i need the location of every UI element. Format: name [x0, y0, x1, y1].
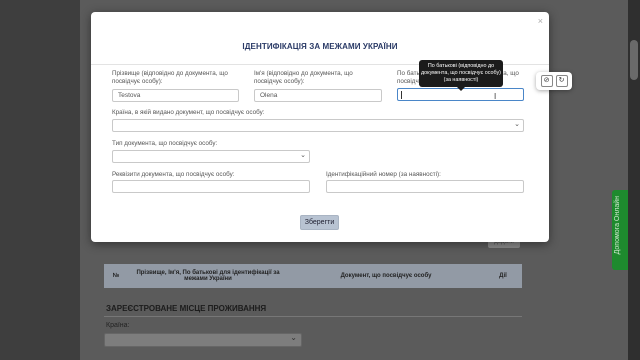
address-country-select[interactable]: [104, 333, 302, 347]
tooltip-line: документа, що посвідчує особу): [421, 70, 501, 76]
chevron-down-icon: ⌄: [514, 121, 520, 128]
i-beam-cursor-icon: I: [494, 92, 497, 101]
name-label: Ім'я (відповідно до документа, що посвід…: [254, 70, 353, 85]
country-label: Країна, в якій видано документ, що посві…: [112, 109, 265, 116]
chevron-down-icon: ⌄: [300, 152, 306, 159]
doc-details-label: Реквізити документа, що посвідчує особу:: [112, 171, 235, 178]
address-country-label: Країна:: [106, 322, 130, 329]
section-divider: [104, 316, 522, 317]
id-number-label: Ідентифікаційний номер (за наявності):: [326, 171, 441, 178]
registered-address-title: ЗАРЕЄСТРОВАНЕ МІСЦЕ ПРОЖИВАННЯ: [106, 304, 267, 313]
doc-type-select[interactable]: ⌄: [112, 150, 310, 163]
id-number-input[interactable]: [326, 180, 524, 193]
page-scrollbar[interactable]: [628, 0, 640, 360]
patronymic-tooltip: По батькові (відповідно до документа, що…: [419, 60, 503, 91]
table-header-fullname: Прізвище, Ім'я, По батькові для ідентифі…: [136, 270, 280, 282]
close-icon[interactable]: ×: [538, 16, 543, 26]
save-button[interactable]: Зберегти: [300, 215, 339, 230]
name-input[interactable]: Olena: [254, 89, 382, 102]
background-sidebar: [0, 0, 80, 360]
tooltip-line: (за наявності): [443, 77, 479, 83]
surname-label: Прізвище (відповідно до документа, що по…: [112, 70, 228, 85]
identification-modal: × ІДЕНТИФІКАЦІЯ ЗА МЕЖАМИ УКРАЇНИ Прізви…: [91, 12, 549, 242]
feedback-tab[interactable]: Допомога Онлайн: [612, 190, 628, 270]
country-select[interactable]: ⌄: [112, 119, 524, 132]
doc-details-input[interactable]: [112, 180, 310, 193]
tooltip-line: По батькові (відповідно до: [427, 63, 495, 69]
feedback-tab-label: Допомога Онлайн: [614, 196, 621, 255]
table-header-actions: Дії: [499, 273, 507, 279]
block-icon[interactable]: ⊘: [540, 75, 553, 87]
identification-table-header: № Прізвище, Ім'я, По батькові для іденти…: [104, 264, 522, 288]
refresh-icon[interactable]: ↻: [555, 75, 568, 87]
text-caret: [401, 91, 402, 99]
floating-toolbar: ⊘ ↻: [536, 72, 572, 90]
modal-title: ІДЕНТИФІКАЦІЯ ЗА МЕЖАМИ УКРАЇНИ: [242, 42, 398, 51]
table-header-document: Документ, що посвідчує особу: [340, 273, 432, 279]
surname-input[interactable]: Testova: [112, 89, 239, 102]
scrollbar-thumb[interactable]: [630, 40, 638, 80]
table-header-number: №: [112, 273, 120, 279]
doc-type-label: Тип документа, що посвідчує особу:: [112, 140, 218, 147]
